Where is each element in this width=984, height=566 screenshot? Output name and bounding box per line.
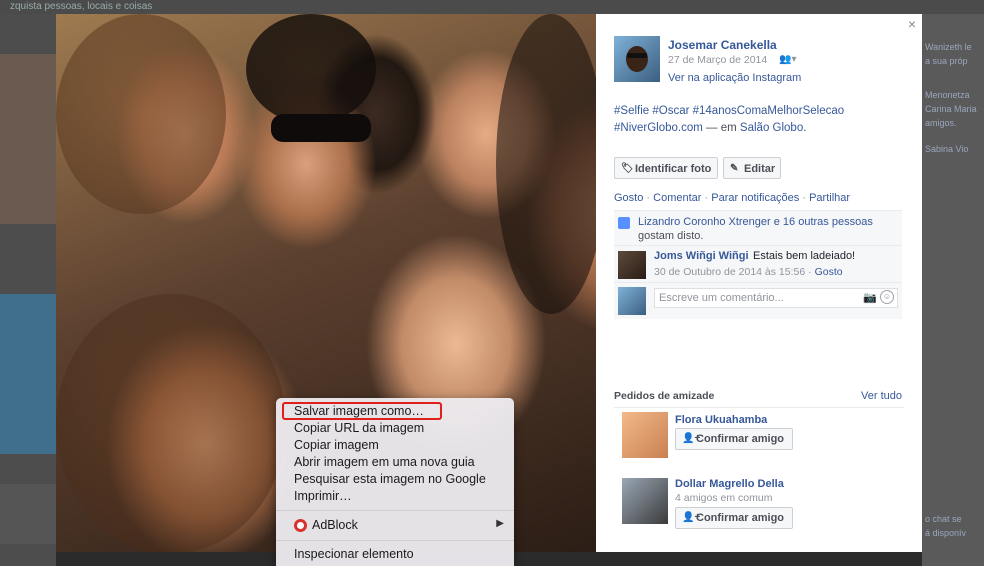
mutual-friends[interactable]: 4 amigos em comum (675, 492, 772, 504)
likes-link[interactable]: Lizandro Coronho Xtrenger e 16 outras pe… (638, 216, 873, 228)
like-action[interactable]: Gosto (614, 192, 643, 204)
photo-details-panel: × Josemar Canekella 27 de Março de 2014 … (596, 14, 922, 552)
comment-date[interactable]: 30 de Outubro de 2014 às 15:56 (654, 266, 805, 278)
menu-item-search-google[interactable]: Pesquisar esta imagem no Google (294, 471, 486, 487)
friend-request-avatar[interactable] (622, 412, 668, 458)
edit-label: Editar (744, 163, 776, 175)
confirm-friend-label: Confirmar amigo (696, 512, 785, 524)
add-friend-icon: 👤+ (682, 433, 701, 444)
menu-item-open-new-tab[interactable]: Abrir imagem em uma nova guia (294, 454, 475, 470)
photo-region (56, 294, 286, 552)
photo-region (56, 14, 226, 214)
background-sidebar-right: Wanizeth le a sua próp Menonetza Carina … (922, 14, 984, 566)
menu-item-adblock[interactable]: AdBlock (312, 517, 358, 533)
caption-separator: — em (706, 122, 737, 134)
menu-item-copy-image-url[interactable]: Copiar URL da imagem (294, 420, 424, 436)
confirm-friend-label: Confirmar amigo (696, 433, 785, 445)
bg-text: á disponív (925, 528, 967, 538)
current-user-avatar (618, 287, 646, 315)
caption-place[interactable]: Salão Globo (740, 122, 803, 134)
stop-notifications-action[interactable]: Parar notificações (711, 192, 799, 204)
caption-hashtags[interactable]: #Selfie #Oscar #14anosComaMelhorSelecao (614, 103, 904, 120)
search-placeholder: zquista pessoas, locais e coisas (10, 1, 153, 12)
divider (614, 407, 904, 408)
camera-icon[interactable]: 📷 (863, 289, 877, 307)
edit-button[interactable]: ✎ Editar (723, 157, 781, 179)
avatar-face (626, 46, 648, 72)
sunglasses-region (271, 114, 371, 142)
friend-request-name[interactable]: Flora Ukuahamba (675, 414, 767, 426)
comment-item: Joms Wiñgi Wiñgi Estais bem ladeiado! 30… (614, 245, 902, 282)
menu-item-print[interactable]: Imprimir… (294, 488, 352, 504)
caption-hashtag-2[interactable]: #NiverGlobo.com (614, 122, 703, 134)
avatar-sunglasses (627, 53, 647, 58)
bg-text: a sua próp (925, 56, 968, 66)
thumbs-up-icon (618, 217, 630, 229)
comment-placeholder: Escreve um comentário... (659, 292, 784, 304)
post-caption: #Selfie #Oscar #14anosComaMelhorSelecao … (614, 103, 904, 137)
bg-text: Sabina Vio (925, 144, 969, 154)
pencil-icon: ✎ (730, 163, 739, 174)
background-image (0, 294, 56, 454)
bg-text: amigos. (925, 118, 957, 128)
friend-request-avatar[interactable] (622, 478, 668, 524)
reply-box: Escreve um comentário... 📷 ☺ (614, 282, 902, 319)
instagram-link[interactable]: Ver na aplicação Instagram (668, 72, 801, 84)
commenter-avatar[interactable] (618, 251, 646, 279)
friend-request-name[interactable]: Dollar Magrello Della (675, 478, 784, 490)
comment-action[interactable]: Comentar (653, 192, 701, 204)
comment-like-link[interactable]: Gosto (815, 266, 843, 278)
bg-text: Menonetza (925, 90, 970, 100)
tag-photo-label: Identificar foto (635, 163, 712, 175)
confirm-friend-button[interactable]: 👤+ Confirmar amigo (675, 428, 793, 450)
menu-item-save-image[interactable]: Salvar imagem como… (294, 403, 424, 419)
menu-separator (276, 540, 514, 541)
comment-input[interactable]: Escreve um comentário... 📷 ☺ (654, 288, 898, 308)
friend-requests-heading: Pedidos de amizade (614, 390, 715, 402)
post-actions: Gosto · Comentar · Parar notificações · … (614, 192, 851, 204)
likes-summary: Lizandro Coronho Xtrenger e 16 outras pe… (614, 210, 902, 245)
search-bar-background: zquista pessoas, locais e coisas (0, 0, 984, 14)
photo-region (496, 14, 596, 314)
bg-text: o chat se (925, 514, 962, 524)
submenu-arrow-icon: ▶ (496, 518, 504, 529)
see-all-link[interactable]: Ver tudo (861, 390, 902, 402)
tag-icon: 🏷 (621, 163, 634, 174)
likes-suffix: gostam disto. (638, 230, 704, 242)
post-date[interactable]: 27 de Março de 2014 (668, 54, 767, 66)
author-name[interactable]: Josemar Canekella (668, 38, 777, 52)
close-icon[interactable]: × (908, 16, 916, 32)
menu-item-copy-image[interactable]: Copiar imagem (294, 437, 379, 453)
comment-meta: 30 de Outubro de 2014 às 15:56 · Gosto (654, 266, 843, 278)
tag-photo-button[interactable]: 🏷 Identificar foto (614, 157, 718, 179)
bg-text: Wanizeth le (925, 42, 972, 52)
photo-region (246, 14, 376, 124)
adblock-icon (294, 519, 307, 532)
menu-item-inspect[interactable]: Inspecionar elemento (294, 546, 414, 562)
context-menu: Salvar imagem como… Copiar URL da imagem… (276, 398, 514, 566)
share-action[interactable]: Partilhar (809, 192, 850, 204)
comment-text: Estais bem ladeiado! (753, 250, 856, 262)
confirm-friend-button[interactable]: 👤+ Confirmar amigo (675, 507, 793, 529)
menu-separator (276, 510, 514, 511)
background-image (0, 54, 56, 224)
emoji-icon[interactable]: ☺ (880, 290, 894, 304)
audience-friends-icon[interactable]: 👥▾ (779, 54, 796, 65)
author-avatar[interactable] (614, 36, 660, 82)
background-feed-left (0, 14, 56, 566)
bg-text: Carina Maria (925, 104, 977, 114)
commenter-name[interactable]: Joms Wiñgi Wiñgi (654, 250, 749, 262)
add-friend-icon: 👤+ (682, 512, 701, 523)
background-image (0, 484, 56, 544)
